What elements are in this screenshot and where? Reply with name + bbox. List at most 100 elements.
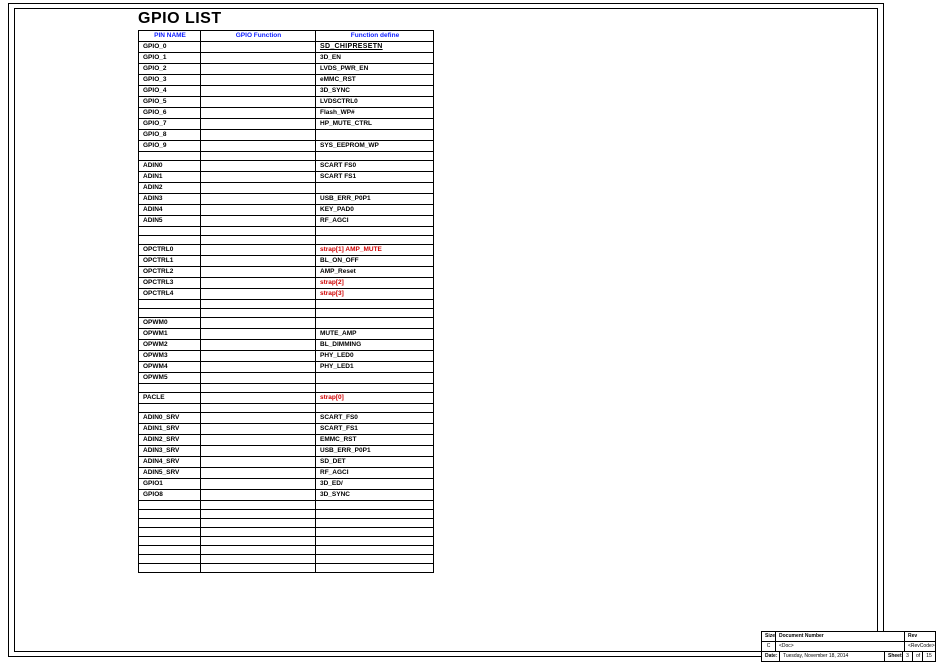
cell-pin-name (139, 236, 201, 245)
cell-pin-name (139, 404, 201, 413)
cell-gpio-function (201, 278, 316, 289)
tb-size: C (762, 642, 776, 651)
table-row (139, 528, 434, 537)
cell-gpio-function (201, 373, 316, 384)
cell-function-define (316, 555, 434, 564)
cell-pin-name: OPWM3 (139, 351, 201, 362)
cell-gpio-function (201, 501, 316, 510)
table-row: OPCTRL1 BL_ON_OFF (139, 256, 434, 267)
cell-gpio-function (201, 362, 316, 373)
cell-function-define: 3D_ED/ (316, 479, 434, 490)
cell-gpio-function (201, 236, 316, 245)
col-function-define: Function define (316, 31, 434, 42)
table-row (139, 564, 434, 573)
cell-gpio-function (201, 468, 316, 479)
cell-pin-name (139, 546, 201, 555)
tb-doc-label: Document Number (776, 632, 905, 641)
tb-size-label: Size (762, 632, 776, 641)
cell-function-define: USB_ERR_P0P1 (316, 446, 434, 457)
cell-function-define: BL_DIMMING (316, 340, 434, 351)
table-row: GPIO_8 (139, 130, 434, 141)
cell-gpio-function (201, 172, 316, 183)
table-row: OPWM2 BL_DIMMING (139, 340, 434, 351)
cell-function-define: 3D_SYNC (316, 86, 434, 97)
cell-pin-name: GPIO_9 (139, 141, 201, 152)
table-row: ADIN2 (139, 183, 434, 194)
table-row: ADIN1_SRVSCART_FS1 (139, 424, 434, 435)
tb-doc: <Doc> (776, 642, 905, 651)
table-row: ADIN4KEY_PAD0 (139, 205, 434, 216)
cell-gpio-function (201, 413, 316, 424)
cell-gpio-function (201, 351, 316, 362)
table-row: GPIO_0SD_CHIPRESETN (139, 42, 434, 53)
cell-gpio-function (201, 75, 316, 86)
cell-gpio-function (201, 97, 316, 108)
table-row (139, 227, 434, 236)
cell-function-define (316, 519, 434, 528)
cell-gpio-function (201, 245, 316, 256)
cell-pin-name: OPWM4 (139, 362, 201, 373)
table-row (139, 300, 434, 309)
cell-gpio-function (201, 393, 316, 404)
table-row: GPIO_1 3D_EN (139, 53, 434, 64)
cell-pin-name: ADIN1 (139, 172, 201, 183)
cell-function-define: LVDS_PWR_EN (316, 64, 434, 75)
cell-pin-name: PACLE (139, 393, 201, 404)
table-row: OPCTRL0 strap[1] AMP_MUTE (139, 245, 434, 256)
cell-gpio-function (201, 384, 316, 393)
cell-gpio-function (201, 119, 316, 130)
cell-function-define: LVDSCTRL0 (316, 97, 434, 108)
table-row: ADIN3USB_ERR_P0P1 (139, 194, 434, 205)
col-gpio-function: GPIO Function (201, 31, 316, 42)
cell-gpio-function (201, 510, 316, 519)
cell-function-define: SCART FS1 (316, 172, 434, 183)
page-title: GPIO LIST (138, 10, 222, 28)
cell-pin-name: ADIN2_SRV (139, 435, 201, 446)
cell-gpio-function (201, 227, 316, 236)
cell-gpio-function (201, 404, 316, 413)
table-row: OPWM0 (139, 318, 434, 329)
cell-pin-name: OPCTRL1 (139, 256, 201, 267)
cell-function-define: strap[2] (316, 278, 434, 289)
cell-gpio-function (201, 194, 316, 205)
cell-function-define: SD_DET (316, 457, 434, 468)
cell-gpio-function (201, 546, 316, 555)
cell-pin-name: ADIN3 (139, 194, 201, 205)
cell-gpio-function (201, 446, 316, 457)
cell-gpio-function (201, 183, 316, 194)
cell-function-define: SD_CHIPRESETN (316, 42, 434, 53)
cell-gpio-function (201, 216, 316, 227)
cell-gpio-function (201, 555, 316, 564)
tb-sheet-total: 15 (923, 652, 935, 661)
cell-function-define (316, 501, 434, 510)
cell-pin-name: OPCTRL0 (139, 245, 201, 256)
cell-function-define: strap[1] AMP_MUTE (316, 245, 434, 256)
cell-function-define: 3D_EN (316, 53, 434, 64)
table-row (139, 501, 434, 510)
table-row: GPIO_43D_SYNC (139, 86, 434, 97)
cell-pin-name: ADIN5_SRV (139, 468, 201, 479)
cell-pin-name: OPWM2 (139, 340, 201, 351)
cell-function-define: BL_ON_OFF (316, 256, 434, 267)
cell-function-define: eMMC_RST (316, 75, 434, 86)
cell-function-define: strap[0] (316, 393, 434, 404)
cell-function-define (316, 537, 434, 546)
cell-gpio-function (201, 141, 316, 152)
cell-pin-name: GPIO_8 (139, 130, 201, 141)
tb-rev-label: Rev (905, 632, 935, 641)
table-row: GPIO_3eMMC_RST (139, 75, 434, 86)
cell-function-define (316, 300, 434, 309)
table-row: OPCTRL4strap[3] (139, 289, 434, 300)
table-row (139, 519, 434, 528)
cell-gpio-function (201, 479, 316, 490)
cell-pin-name: GPIO_1 (139, 53, 201, 64)
table-row: ADIN3_SRVUSB_ERR_P0P1 (139, 446, 434, 457)
table-row: ADIN4_SRVSD_DET (139, 457, 434, 468)
cell-pin-name (139, 501, 201, 510)
cell-pin-name (139, 519, 201, 528)
cell-gpio-function (201, 519, 316, 528)
table-row (139, 546, 434, 555)
cell-pin-name: ADIN1_SRV (139, 424, 201, 435)
cell-gpio-function (201, 267, 316, 278)
cell-pin-name: OPCTRL4 (139, 289, 201, 300)
